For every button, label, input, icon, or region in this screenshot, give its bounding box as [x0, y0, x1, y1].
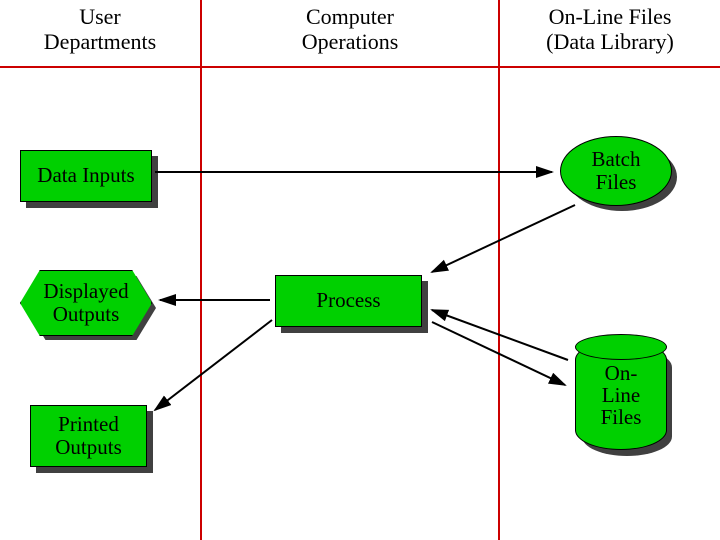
node-label: Data Inputs — [37, 164, 134, 187]
header-text: Operations — [302, 29, 399, 54]
node-label: Displayed Outputs — [43, 280, 128, 326]
node-process: Process — [275, 275, 422, 327]
header-text: User — [79, 4, 121, 29]
column-header-user-departments: User Departments — [0, 4, 200, 55]
node-label: Batch Files — [592, 148, 641, 194]
vertical-divider — [498, 0, 500, 540]
node-label: On- Line Files — [601, 362, 642, 428]
horizontal-divider — [0, 66, 720, 68]
node-printed-outputs: Printed Outputs — [30, 405, 147, 467]
vertical-divider — [200, 0, 202, 540]
header-text: Departments — [44, 29, 156, 54]
node-batch-files: Batch Files — [560, 136, 672, 206]
node-data-inputs: Data Inputs — [20, 150, 152, 202]
node-displayed-outputs: Displayed Outputs — [20, 270, 152, 336]
column-header-online-files: On-Line Files (Data Library) — [500, 4, 720, 55]
node-label: Process — [316, 289, 380, 312]
header-text: On-Line Files — [549, 4, 672, 29]
header-text: Computer — [306, 4, 394, 29]
column-header-computer-operations: Computer Operations — [200, 4, 500, 55]
header-text: (Data Library) — [546, 29, 674, 54]
node-label: Printed Outputs — [55, 413, 122, 459]
cylinder-cap — [575, 334, 667, 360]
